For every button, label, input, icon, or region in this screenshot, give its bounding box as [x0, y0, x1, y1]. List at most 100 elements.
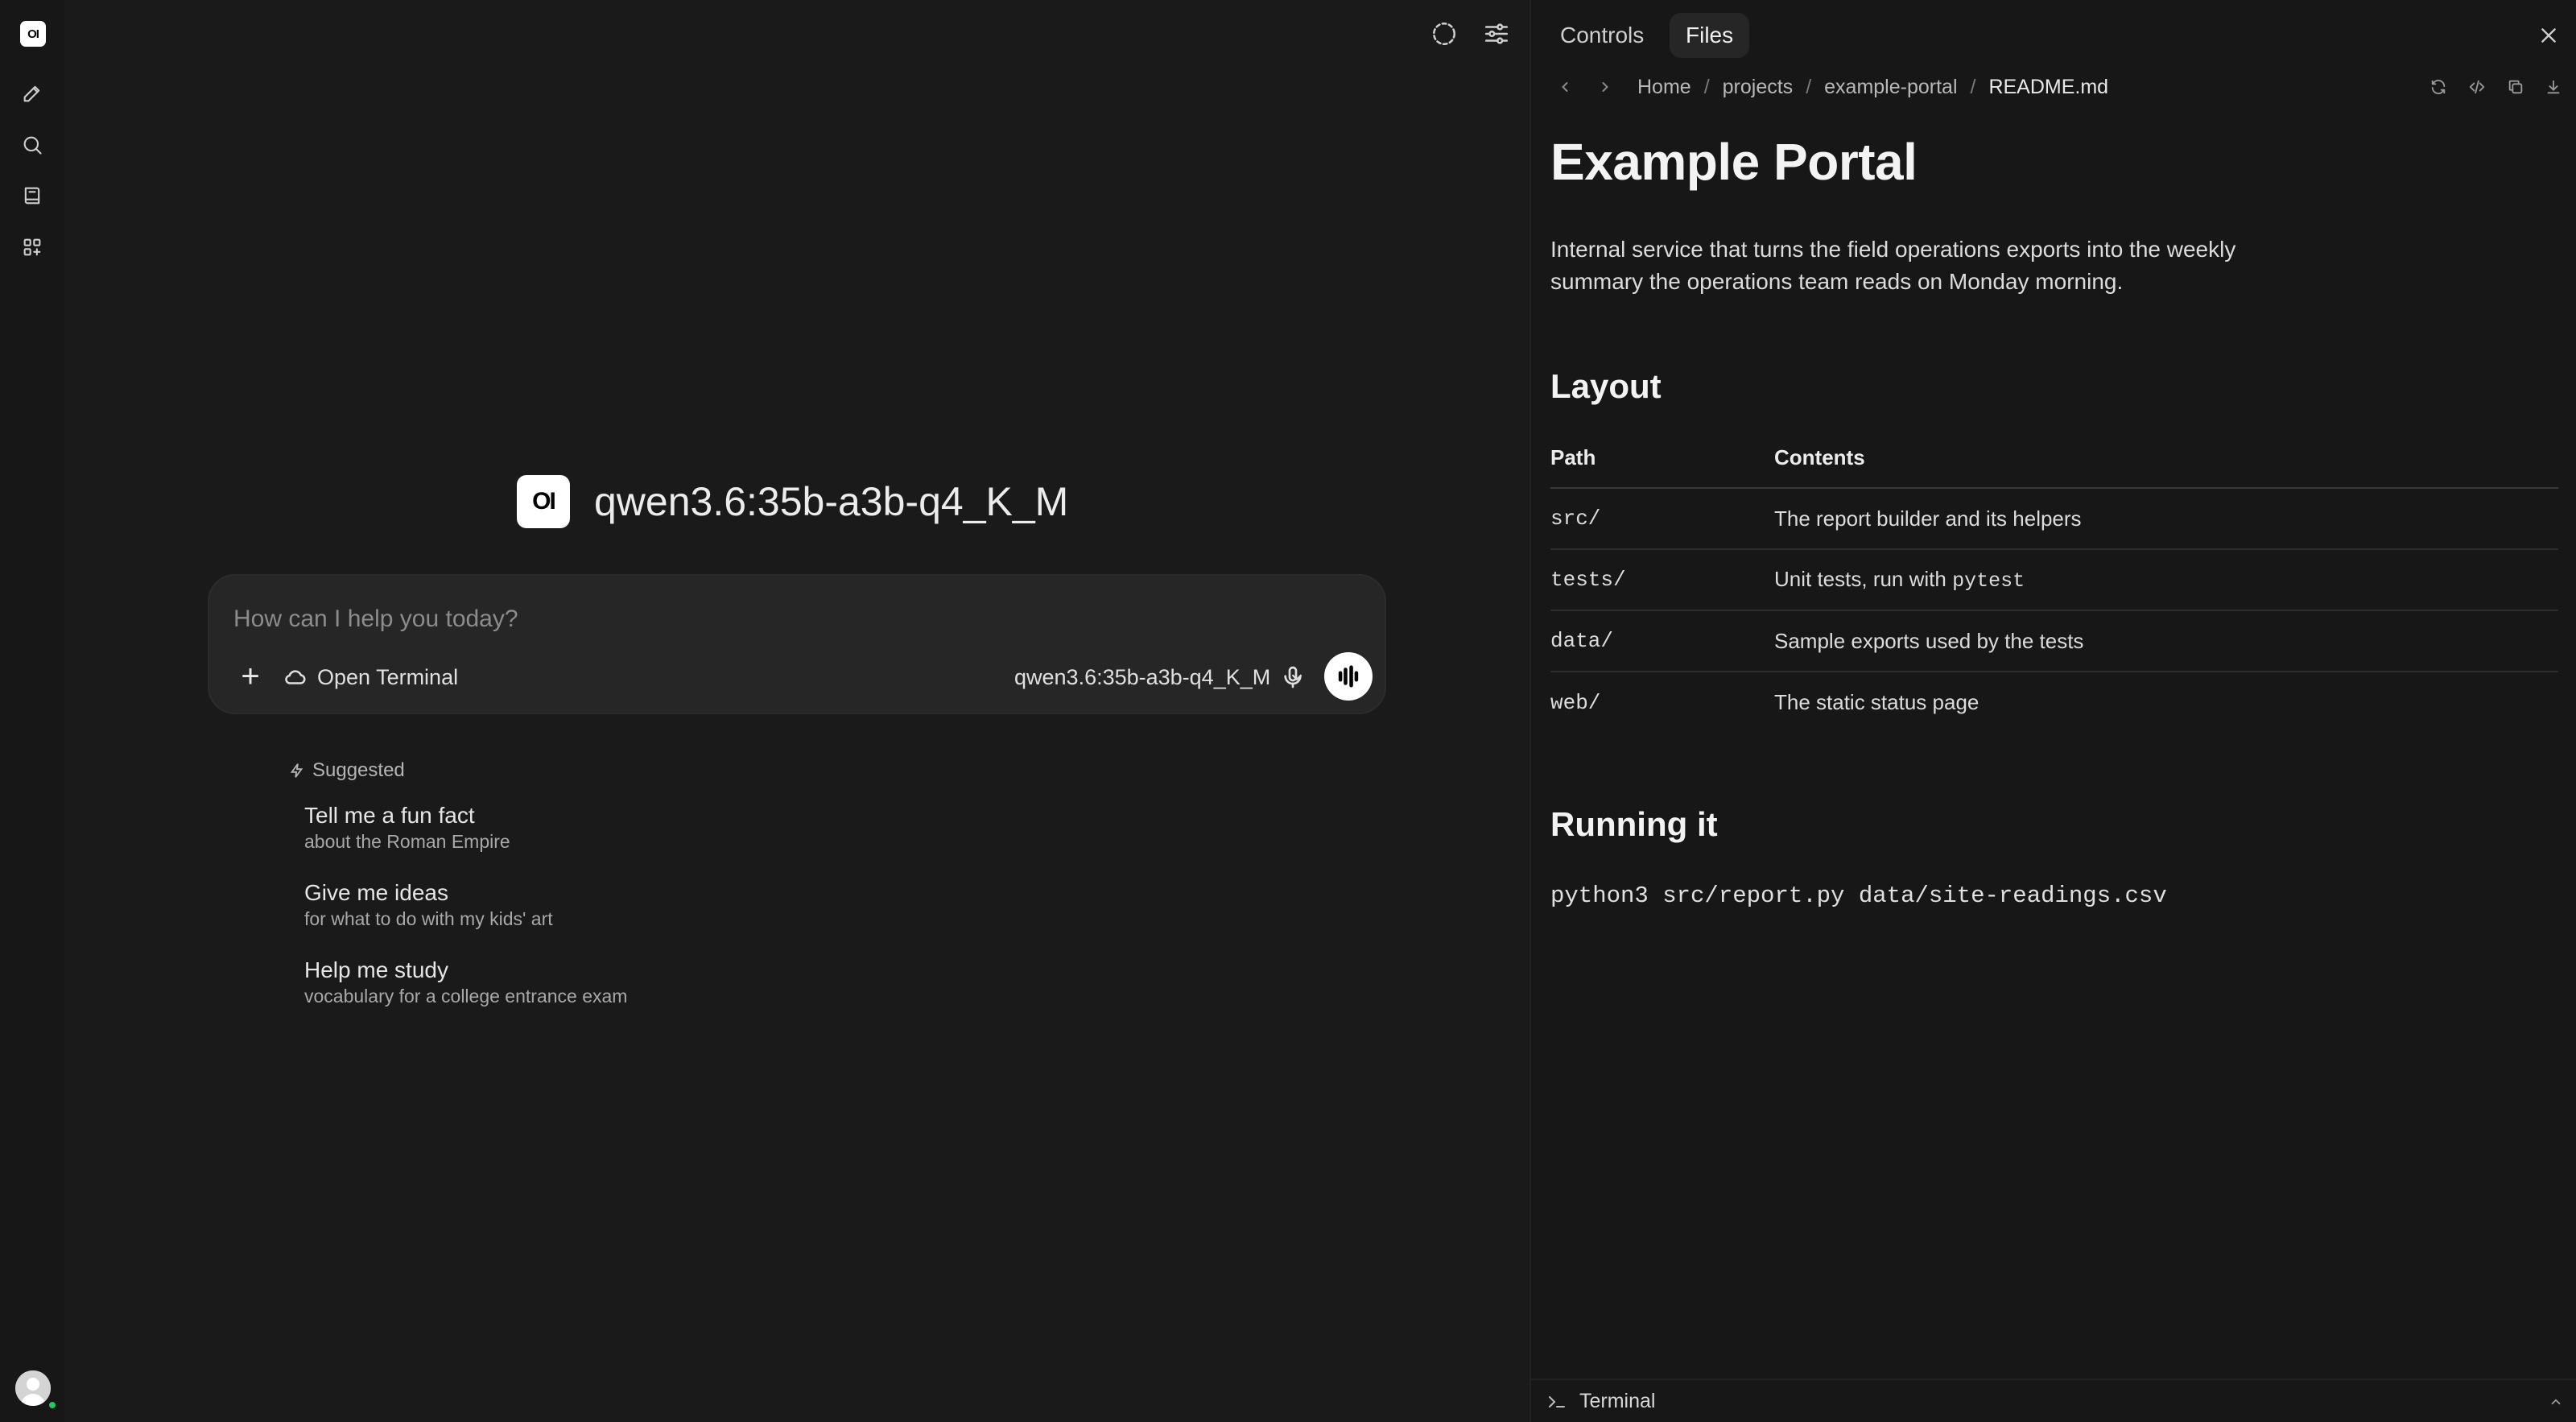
path-cell: data/ [1550, 610, 1774, 672]
online-status-dot [47, 1399, 58, 1411]
open-terminal-label: Open Terminal [317, 664, 459, 689]
breadcrumb-projects[interactable]: projects [1723, 76, 1794, 99]
contents-cell: Sample exports used by the tests [1774, 610, 2558, 672]
path-cell: src/ [1550, 488, 1774, 550]
model-selector[interactable]: qwen3.6:35b-a3b-q4_K_M [1014, 658, 1306, 697]
search-button[interactable] [16, 129, 48, 161]
audio-wave-icon [1338, 665, 1359, 688]
breadcrumb-example-portal[interactable]: example-portal [1824, 76, 1957, 99]
breadcrumb-home[interactable]: Home [1637, 76, 1691, 99]
voice-mode-button[interactable] [1324, 652, 1373, 701]
column-header-path: Path [1550, 428, 1774, 489]
model-logo: OI [517, 475, 570, 528]
suggestion-item[interactable]: Tell me a fun fact about the Roman Empir… [304, 802, 868, 854]
temporary-chat-button[interactable] [1426, 16, 1462, 52]
sidebar-rail: OI [0, 0, 64, 1422]
running-heading: Running it [1550, 805, 1718, 843]
message-composer: + Open Terminal qwen3.6:35b-a3b-q4_K_M [208, 574, 1386, 714]
contents-cell: Unit tests, run with pytest [1774, 549, 2558, 611]
suggestion-item[interactable]: Give me ideas for what to do with my kid… [304, 879, 868, 931]
user-icon [15, 1370, 51, 1406]
add-attachment-button[interactable]: + [230, 656, 270, 697]
contents-text: Unit tests, run with [1774, 567, 1953, 591]
close-panel-button[interactable] [2533, 19, 2565, 52]
lightning-icon [290, 763, 303, 778]
column-header-contents: Contents [1774, 428, 2558, 489]
copy-button[interactable] [2503, 74, 2529, 100]
suggestion-title: Give me ideas [304, 880, 448, 905]
notes-button[interactable] [16, 180, 48, 212]
table-row: web/ The static status page [1550, 672, 2558, 733]
suggestion-title: Help me study [304, 957, 448, 982]
new-chat-button[interactable] [16, 77, 48, 110]
files-panel: Controls Files Home / projects / example… [1530, 0, 2576, 1422]
chevron-right-icon [1602, 82, 1608, 92]
model-title: qwen3.6:35b-a3b-q4_K_M [594, 479, 1069, 524]
breadcrumb-separator: / [1703, 75, 1710, 98]
layout-heading: Layout [1550, 367, 1662, 405]
microphone-icon [1284, 666, 1302, 688]
suggestion-item[interactable]: Help me study vocabulary for a college e… [304, 957, 868, 1008]
chevron-left-icon [1562, 82, 1568, 92]
chat-main: OI qwen3.6:35b-a3b-q4_K_M + Open Termina… [64, 0, 1530, 1422]
model-selector-label: qwen3.6:35b-a3b-q4_K_M [1014, 664, 1271, 689]
forward-button[interactable] [1591, 72, 1620, 101]
code-icon [2469, 80, 2485, 94]
contents-cell: The static status page [1774, 690, 1979, 714]
tab-controls[interactable]: Controls [1544, 13, 1660, 58]
breadcrumb-separator: / [1806, 75, 1812, 98]
terminal-icon [1546, 1391, 1568, 1412]
back-button[interactable] [1550, 72, 1579, 101]
app-logo[interactable]: OI [20, 21, 46, 47]
refresh-icon [2431, 80, 2446, 94]
plus-icon: + [241, 658, 260, 694]
dashed-circle-icon [1432, 22, 1456, 46]
suggestion-subtitle: for what to do with my kids' art [304, 908, 553, 929]
cloud-icon [285, 670, 306, 684]
suggestion-subtitle: about the Roman Empire [304, 831, 510, 852]
terminal-bar[interactable]: Terminal [1531, 1379, 2576, 1422]
open-terminal-button[interactable]: Open Terminal [283, 658, 458, 697]
model-header: OI qwen3.6:35b-a3b-q4_K_M [517, 473, 1068, 530]
table-row: tests/ Unit tests, run with pytest [1550, 549, 2558, 611]
suggestion-subtitle: vocabulary for a college entrance exam [304, 986, 628, 1007]
path-cell: web/ [1550, 690, 1601, 715]
close-icon [2541, 28, 2556, 43]
notebook-icon [24, 187, 40, 205]
apps-icon [23, 238, 41, 256]
inline-code: pytest [1952, 569, 2025, 593]
prompt-input[interactable] [233, 600, 1344, 639]
suggestion-title: Tell me a fun fact [304, 803, 475, 828]
breadcrumb: Home / projects / example-portal / READM… [1637, 71, 2108, 103]
search-icon [23, 136, 42, 155]
copy-icon [2508, 80, 2523, 94]
app-window: OI OI qwen3.6:35b-a3b-q4_K_M How can I h… [0, 0, 2576, 1422]
table-header-row: Path Contents [1550, 428, 2558, 489]
suggested-header: Suggested [288, 757, 405, 784]
edit-icon [23, 85, 40, 102]
suggested-label: Suggested [312, 759, 405, 781]
path-cell: tests/ [1550, 549, 1774, 611]
breadcrumb-separator: / [1970, 75, 1976, 98]
contents-cell: The report builder and its helpers [1774, 488, 2558, 550]
user-avatar[interactable] [15, 1370, 51, 1406]
download-button[interactable] [2541, 74, 2566, 100]
sliders-icon [1484, 23, 1509, 44]
doc-intro: Internal service that turns the field op… [1550, 237, 2236, 294]
chevron-up-icon [2551, 1399, 2561, 1405]
download-icon [2547, 80, 2560, 94]
expand-terminal-button[interactable] [2545, 1391, 2566, 1412]
run-command: python3 src/report.py data/site-readings… [1550, 883, 2167, 909]
refresh-button[interactable] [2425, 74, 2451, 100]
table-row: src/ The report builder and its helpers [1550, 488, 2558, 550]
doc-title: Example Portal [1550, 133, 1918, 191]
breadcrumb-current-file: README.md [1988, 75, 2109, 98]
tab-files[interactable]: Files [1670, 13, 1750, 58]
table-row: data/ Sample exports used by the tests [1550, 610, 2558, 672]
dictate-button[interactable] [1274, 658, 1312, 697]
view-source-button[interactable] [2464, 74, 2490, 100]
workspace-button[interactable] [16, 231, 48, 263]
layout-table: Path Contents src/ The report builder an… [1550, 428, 2558, 733]
terminal-label: Terminal [1579, 1390, 1656, 1412]
chat-controls-button[interactable] [1479, 16, 1514, 52]
